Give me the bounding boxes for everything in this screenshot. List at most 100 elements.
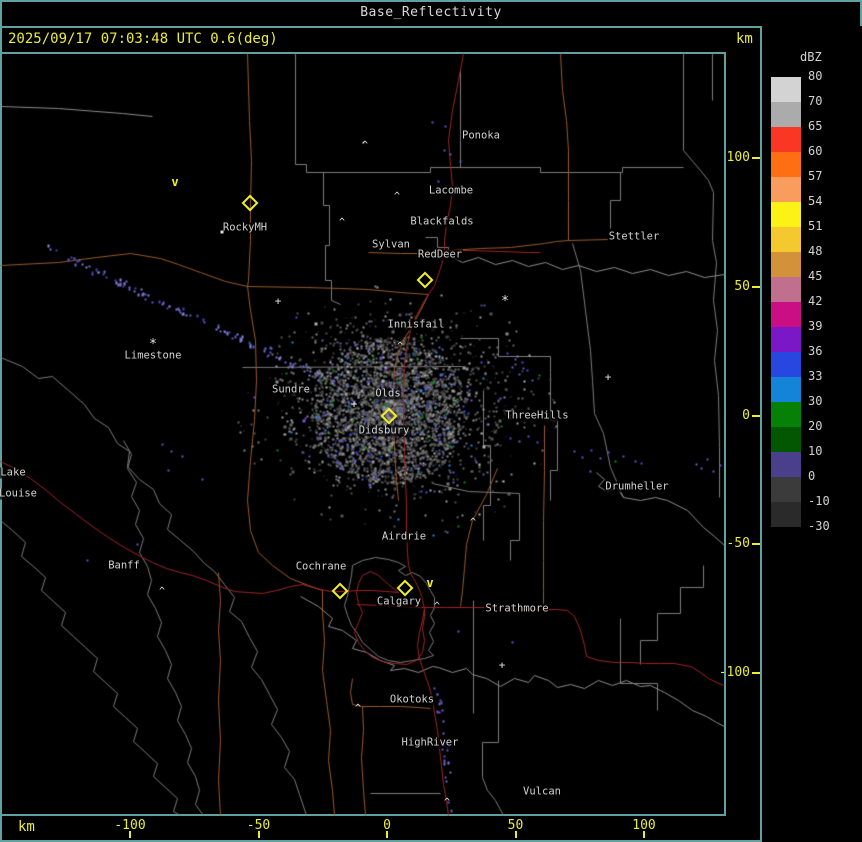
cross-marker-icon: + [274,294,282,308]
vee-marker-icon: v [426,576,434,590]
peak-marker-icon: ^ [396,341,404,352]
legend-color-block [771,127,801,152]
right-axis-tick-label: -100 [718,665,750,680]
legend-color-block [771,477,801,502]
legend-color-block [771,377,801,402]
city-label-rockymh: RockyMH [221,221,269,234]
city-label-sylvan: Sylvan [371,238,411,251]
city-label-olds: Olds [374,387,402,400]
bottom-axis-tick-mark [514,831,517,838]
vee-marker-icon: v [171,175,179,189]
legend-scale-label: 30 [808,394,823,408]
peak-marker-icon: ^ [393,191,401,202]
city-label-ponoka: Ponoka [461,129,501,142]
city-label-drumheller: Drumheller [604,480,670,493]
peak-marker-icon: ^ [361,140,369,151]
info-bar: 2025/09/17 07:03:48 UTC 0.6(deg) [0,26,760,52]
city-label-reddeer: RedDeer [416,248,464,261]
city-label-banff: Banff [107,559,141,572]
legend-scale-label: 20 [808,419,823,433]
legend-scale-label: -10 [808,494,830,508]
legend-color-block [771,177,801,202]
legend-color-block [771,302,801,327]
asterisk-marker-icon: * [149,337,157,352]
legend-scale-label: 36 [808,344,823,358]
legend-scale-label: 51 [808,219,823,233]
legend-scale-label: 60 [808,144,823,158]
legend-scale-label: 57 [808,169,823,183]
peak-marker-icon: ^ [443,797,451,808]
right-axis-tick-mark [752,285,760,288]
city-label-threehills: ThreeHills [504,409,570,422]
asterisk-marker-icon: * [501,294,509,309]
bottom-axis-tick-mark [129,831,131,838]
peak-marker-icon: ^ [338,217,346,228]
cross-marker-icon: + [498,658,506,672]
legend-color-block [771,352,801,377]
right-axis-tick-label: 100 [726,150,750,165]
city-label-limestone: Limestone [123,349,183,362]
town-dot-icon [220,230,224,234]
legend-scale-label: 42 [808,294,823,308]
peak-marker-icon: ^ [433,601,441,612]
title-bar: Base_Reflectivity [0,0,862,26]
bottom-axis-tick-mark [386,831,388,838]
legend-scale-label: 0 [808,469,816,483]
city-label-calgary: Calgary [375,595,423,608]
right-axis-tick-label: -50 [726,536,750,552]
city-label-vulcan: Vulcan [522,785,562,798]
bottom-axis-unit-label: km [18,819,35,835]
city-label-didsbury: Didsbury [357,424,411,437]
right-axis-tick-label: 0 [742,407,750,423]
right-axis-tick-mark [752,543,760,546]
city-label-innisfail: Innisfail [386,318,446,331]
city-label-sundre: Sundre [271,383,311,396]
legend-color-block [771,252,801,277]
legend-scale-label: 48 [808,244,823,258]
legend-scale-label: 70 [808,94,823,108]
cross-marker-icon: + [604,370,612,384]
right-axis-tick-mark [752,157,760,159]
legend-scale-label: 80 [808,69,823,83]
legend-color-block [771,202,801,227]
legend-scale-label: 54 [808,194,823,208]
peak-marker-icon: ^ [158,586,166,597]
legend-panel: dBZ 80 70 65 60 57 54 51 48 45 42 39 36 33 30 20 10 0 -10… [762,26,862,842]
radar-map-viewport: Ponoka Lacombe Blackfalds Sylvan RedDeer Stet… [0,52,726,816]
legend-scale-label: 65 [808,119,823,133]
city-label-louise: Louise [0,487,38,500]
legend-title: dBZ [800,50,822,64]
page-title: Base_Reflectivity [360,5,502,20]
legend-scale-label: -30 [808,519,830,533]
city-label-okotoks: Okotoks [388,693,436,706]
city-label-airdrie: Airdrie [380,530,428,543]
bottom-axis-tick-mark [257,831,260,838]
legend-scale-label: 10 [808,444,823,458]
legend-color-block [771,452,801,477]
radar-application-window: Base_Reflectivity 2025/09/17 07:03:48 UT… [0,0,862,842]
legend-color-block [771,277,801,302]
city-label-cochrane: Cochrane [294,560,348,573]
legend-color-block [771,152,801,177]
city-label-blackfalds: Blackfalds [409,215,475,228]
legend-scale-label: 39 [808,319,823,333]
right-axis-tick-label: 50 [734,278,750,294]
city-label-lake: Lake [0,466,27,479]
legend-color-block [771,327,801,352]
city-label-lacombe: Lacombe [427,184,475,197]
city-label-strathmore: Strathmore [484,602,550,615]
city-label-highriver: HighRiver [400,736,460,749]
legend-color-block [771,227,801,252]
right-axis-unit-label: km [736,31,753,47]
right-axis-tick-mark [752,414,760,417]
legend-color-block [771,427,801,452]
legend-scale-label: 33 [808,369,823,383]
legend-color-block [771,402,801,427]
legend-scale-label: 45 [808,269,823,283]
right-axis-tick-mark [752,672,760,674]
legend-color-block [771,502,801,527]
cross-marker-icon: + [350,397,358,411]
legend-color-block [771,102,801,127]
scan-timestamp: 2025/09/17 07:03:48 UTC 0.6(deg) [8,31,278,47]
city-label-stettler: Stettler [607,230,661,243]
